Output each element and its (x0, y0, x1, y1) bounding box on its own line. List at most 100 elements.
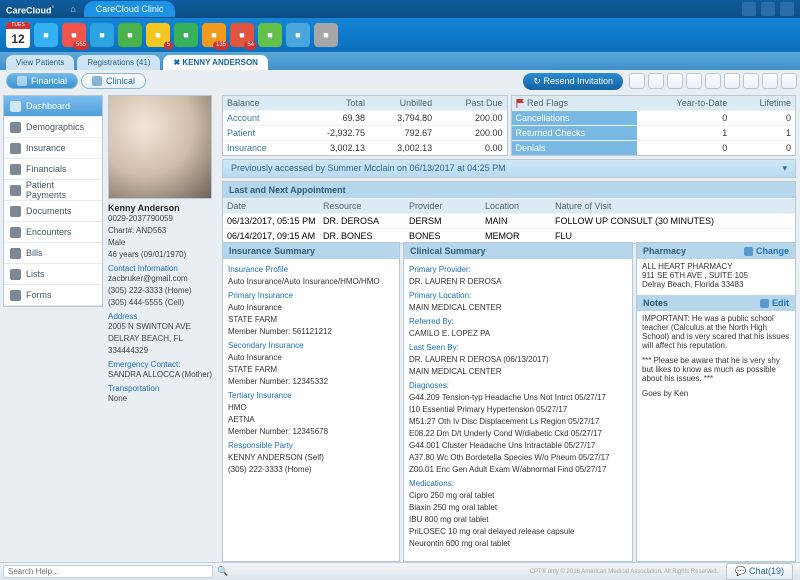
lock-icon[interactable] (780, 2, 794, 16)
sidenav-ins[interactable]: Insurance (4, 138, 102, 159)
financial-mode-button[interactable]: Financial (6, 73, 78, 89)
ins-profile-label: Insurance Profile (228, 264, 394, 276)
money-icon: ■ (127, 30, 132, 40)
sidenav-dash[interactable]: Dashboard (4, 96, 102, 117)
docs-icon (10, 206, 21, 217)
toolbar-money-button[interactable]: ■ (118, 23, 142, 47)
sidenav-label: Lists (26, 269, 45, 279)
user-icon[interactable] (761, 2, 775, 16)
ins-secondary-name: Auto Insurance (228, 352, 394, 364)
resp-party-phone: (305) 222-3333 (Home) (228, 464, 394, 476)
trash-action-button[interactable] (781, 73, 797, 89)
emergency-heading: Emergency Contact: (108, 360, 216, 369)
bell-icon[interactable] (742, 2, 756, 16)
search-icon[interactable]: 🔍 (217, 566, 229, 577)
mail-action-button[interactable] (686, 73, 702, 89)
bill-icon (10, 248, 21, 259)
toolbar-stats-button[interactable]: ■ (286, 23, 310, 47)
toolbar-bag-button[interactable]: ■54 (230, 23, 254, 47)
subtab-2[interactable]: ✖ KENNY ANDERSON (163, 55, 268, 70)
sidenav-demo[interactable]: Demographics (4, 117, 102, 138)
toolbar-cycle-button[interactable]: ■ (258, 23, 282, 47)
swap-icon (744, 247, 753, 256)
ins-tertiary-co: AETNA (228, 414, 394, 426)
toolbar-people-badge: 5 (164, 41, 173, 50)
subtab-1[interactable]: Registrations (41) (77, 55, 160, 70)
sidenav-list[interactable]: Lists (4, 264, 102, 285)
clinical-heading: Clinical Summary (404, 243, 632, 259)
clinical-mode-button[interactable]: Clinical (81, 73, 146, 89)
list-icon (10, 269, 21, 280)
address-heading: Address (108, 312, 216, 321)
print-action-button[interactable] (648, 73, 664, 89)
note-action-button[interactable] (762, 73, 778, 89)
view-mode-row: Financial Clinical ↻ Resend Invitation (0, 70, 800, 92)
sidenav-label: Patient Payments (26, 180, 96, 200)
appointments-heading: Last and Next Appointment (223, 182, 795, 198)
patient-addr1: 2005 N SWINTON AVE (108, 321, 216, 333)
toolbar-vitals-button[interactable]: ■ (90, 23, 114, 47)
copyright-text: CPT® only © 2016 American Medical Associ… (530, 569, 719, 575)
transport-heading: Transportation (108, 384, 216, 393)
home-icon[interactable]: ⌂ (70, 4, 75, 14)
notes-edit-link[interactable]: Edit (760, 298, 789, 308)
pharmacy-name: ALL HEART PHARMACY (642, 262, 790, 271)
last-accessed-bar[interactable]: Previously accessed by Summer Mcclain on… (222, 159, 796, 178)
edit-action-button[interactable] (724, 73, 740, 89)
toolbar-people-button[interactable]: ■5 (146, 23, 170, 47)
pharmacy-city: Delray Beach, Florida 33483 (642, 280, 790, 289)
toolbar-doc-button[interactable]: ■135 (202, 23, 226, 47)
sidenav-docs[interactable]: Documents (4, 201, 102, 222)
resend-invitation-button[interactable]: ↻ Resend Invitation (523, 73, 623, 90)
ins-secondary-num: Member Number: 12345332 (228, 376, 394, 388)
patient-profile: Kenny Anderson 0029-2037790059 Chart#: A… (108, 95, 216, 405)
toolbar-alerts-button[interactable]: ■555 (62, 23, 86, 47)
sidenav-bill[interactable]: Bills (4, 243, 102, 264)
pay-icon (10, 185, 21, 196)
toolbar-alerts-badge: 555 (73, 41, 89, 50)
doc-icon: ■ (211, 30, 216, 40)
card-action-button[interactable] (705, 73, 721, 89)
chevron-down-icon: ▾ (782, 163, 787, 174)
chat-button[interactable]: 💬 Chat(19) (726, 563, 793, 580)
pharmacy-heading: Pharmacy Change (637, 243, 795, 259)
ins-tertiary-name: HMO (228, 402, 394, 414)
folder-action-button[interactable] (667, 73, 683, 89)
calendar-widget[interactable]: TUES 12 (6, 22, 30, 48)
sidenav-label: Documents (26, 206, 72, 216)
last-accessed-text: Previously accessed by Summer Mcclain on… (231, 163, 506, 174)
patient-sex: Male (108, 237, 216, 249)
patient-tabs: View PatientsRegistrations (41)✖ KENNY A… (0, 52, 800, 70)
patients-icon: ■ (43, 30, 48, 40)
person-action-button[interactable] (743, 73, 759, 89)
sidenav-fin[interactable]: Financials (4, 159, 102, 180)
toolbar-patients-button[interactable]: ■ (34, 23, 58, 47)
sidenav-pay[interactable]: Patient Payments (4, 180, 102, 201)
toolbar-settings-button[interactable]: ■ (314, 23, 338, 47)
clinic-tab[interactable]: CareCloud Clinic (84, 1, 176, 17)
flag-icon (516, 99, 525, 108)
ins-primary-co: STATE FARM (228, 314, 394, 326)
pharmacy-notes-column: Pharmacy Change ALL HEART PHARMACY 911 S… (636, 242, 796, 562)
sidenav-form[interactable]: Forms (4, 285, 102, 306)
patient-age: 46 years (09/01/1970) (108, 249, 216, 261)
calendar-date: 12 (6, 29, 30, 48)
patient-phone-home: (305) 222-3333 (Home) (108, 285, 216, 297)
help-search-input[interactable] (3, 565, 213, 578)
ins-tertiary-num: Member Number: 12345678 (228, 426, 394, 438)
pharmacy-change-link[interactable]: Change (744, 246, 789, 256)
dash-icon (10, 101, 21, 112)
stats-icon: ■ (295, 30, 300, 40)
chart-icon (17, 76, 27, 86)
pin-action-button[interactable] (629, 73, 645, 89)
patient-photo (108, 95, 212, 199)
patient-chart: Chart#: AND563 (108, 225, 216, 237)
patient-email: zacbruker@gmail.com (108, 273, 216, 285)
ins-secondary-label: Secondary Insurance (228, 340, 394, 352)
toolbar-check-button[interactable]: ■ (174, 23, 198, 47)
patient-side-nav: DashboardDemographicsInsuranceFinancials… (3, 95, 103, 307)
sidenav-enc[interactable]: Encounters (4, 222, 102, 243)
note-p2: *** Please be aware that he is very shy … (642, 356, 790, 383)
subtab-0[interactable]: View Patients (6, 55, 74, 70)
toolbar-bag-badge: 54 (244, 41, 257, 50)
